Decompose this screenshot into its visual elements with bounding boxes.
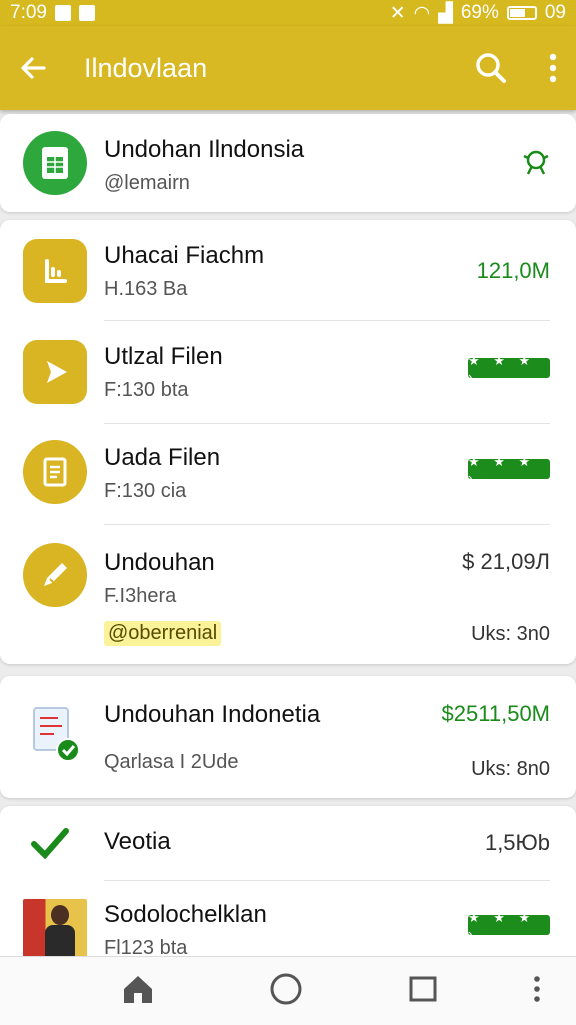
header-name: Undohan Ilndonsia [104,136,305,163]
more-vert-icon[interactable] [548,53,558,83]
list-item-sub: F.I3hera [104,585,177,607]
battery-icon [506,6,537,20]
header-card[interactable]: Undohan Ilndonsia @lemairn [0,114,576,212]
person-avatar [51,905,69,925]
list-item-name: Uhacai Fiachm [104,242,265,269]
list-item-name: Utlzal Filen [104,343,223,370]
page-title: Ilndovlaan [84,52,208,83]
list-item-name: Veotia [104,828,171,855]
pencil-icon [23,543,87,607]
summary-value: $2511,50M [441,701,550,726]
list-item-sub: F:130 bta [104,379,189,401]
summary-extra: Uks: 8n0 [471,758,550,780]
list-item[interactable]: Sodolochelklan Fl123 bta ★ ★ ★ › [0,881,576,966]
list-item[interactable]: Utlzal Filen F:130 bta ★ ★ ★ › [0,321,576,423]
system-nav-bar [0,956,576,1025]
summary-sub: Qarlasa I 2Ude [104,751,239,773]
list-item-name: Uada Filen [104,444,221,471]
document-icon [23,440,87,504]
list-item[interactable]: Veotia 1,5Юb [0,806,576,880]
list-item-sub: F:130 cia [104,480,187,502]
list-item-extra: Uks: 3n0 [471,623,550,645]
checkmark-icon [31,828,69,860]
square-recents-icon[interactable] [405,971,441,1007]
search-icon[interactable] [474,51,508,85]
wifi-icon: ◠ [413,2,431,24]
mention-tag[interactable]: @oberrenial [104,621,222,646]
list-item-value: $ 21,09Л [462,549,550,574]
rating-badge: ★ ★ ★ › [468,910,550,941]
person-body [45,925,75,957]
back-arrow-icon[interactable] [18,53,48,83]
list-item-name: Sodolochelklan [104,901,267,928]
badge-icon[interactable] [518,144,554,180]
battery-percent: 69% [460,2,499,23]
more-vert-icon[interactable] [532,971,542,1007]
report-check-icon [33,707,80,762]
header-sub: @lemairn [104,172,190,194]
list-item-name: Undouhan [104,549,215,576]
summary-name: Undouhan Indonetia [104,701,321,728]
chart-icon [23,239,87,303]
bottom-list-card: Veotia 1,5Юb Sodolochelklan Fl123 bta ★ … [0,806,576,966]
thumbnail-image [23,899,87,957]
list-item-value: 121,0M [476,258,550,283]
sheets-icon [23,131,87,195]
list-item-sub: H.163 Ba [104,278,188,300]
list-item[interactable]: Uada Filen F:130 cia ★ ★ ★ › [0,424,576,524]
status-time: 7:09 [10,2,47,23]
status-bar: 7:09 ✕ ◠ ▟ 69% 09 [0,0,576,26]
notification-icon [54,5,71,21]
status-extra: 09 [544,2,566,23]
home-icon[interactable] [120,971,156,1007]
rating-badge: ★ ★ ★ › [468,454,550,485]
summary-card[interactable]: Undouhan Indonetia Qarlasa I 2Ude $2511,… [0,676,576,798]
signal-icon: ▟ [438,2,453,24]
mute-icon: ✕ [389,2,406,24]
play-icon [23,340,87,404]
notification-icon-2 [78,5,95,21]
main-list-card: Uhacai Fiachm H.163 Ba 121,0M Utlzal Fil… [0,220,576,664]
list-item[interactable]: Undouhan F.I3hera @oberrenial $ 21,09Л U… [0,525,576,664]
list-item-value: 1,5Юb [484,830,550,855]
list-item[interactable]: Uhacai Fiachm H.163 Ba 121,0M [0,220,576,320]
rating-badge: ★ ★ ★ › [468,353,550,384]
app-bar: Ilndovlaan [0,26,576,110]
circle-home-icon[interactable] [268,971,304,1007]
